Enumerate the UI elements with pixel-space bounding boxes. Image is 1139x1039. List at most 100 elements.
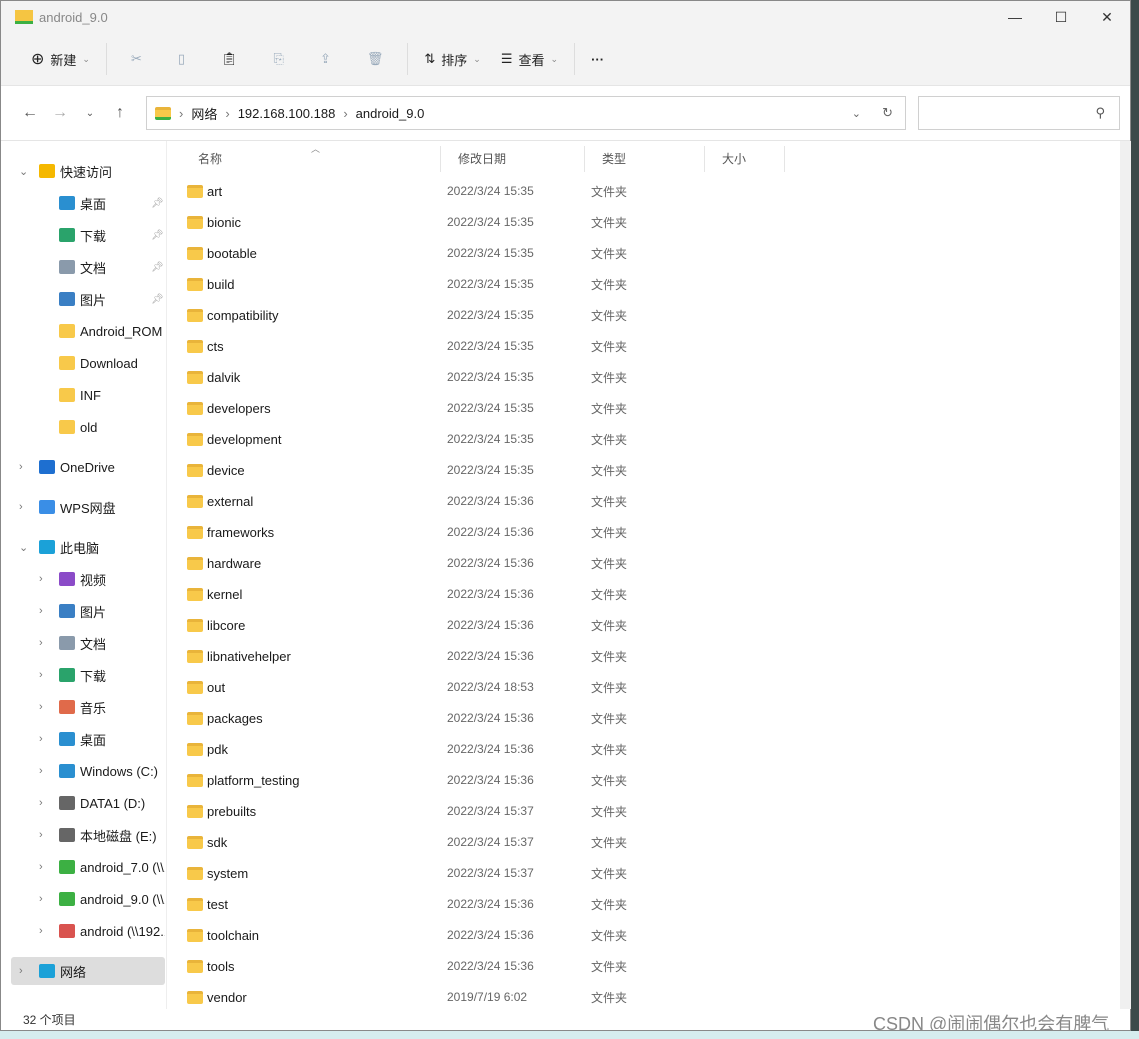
file-row[interactable]: libcore 2022/3/24 15:36 文件夹 bbox=[181, 612, 781, 638]
expand-chevron-icon[interactable]: › bbox=[39, 829, 43, 841]
breadcrumb-network[interactable]: 网络 bbox=[191, 104, 217, 123]
file-row[interactable]: system 2022/3/24 15:37 文件夹 bbox=[181, 860, 781, 886]
file-row[interactable]: prebuilts 2022/3/24 15:37 文件夹 bbox=[181, 798, 781, 824]
sidebar-item[interactable]: old bbox=[11, 413, 165, 441]
sidebar-item[interactable]: › android (\\192.168.100.188) bbox=[11, 917, 165, 945]
expand-chevron-icon[interactable]: › bbox=[39, 925, 43, 937]
file-row[interactable]: vendor 2019/7/19 6:02 文件夹 bbox=[181, 984, 781, 1010]
expand-chevron-icon[interactable]: › bbox=[39, 605, 43, 617]
sidebar-item[interactable]: 图片 📌︎ bbox=[11, 285, 165, 313]
file-row[interactable]: kernel 2022/3/24 15:36 文件夹 bbox=[181, 581, 781, 607]
sidebar-item[interactable]: Download bbox=[11, 349, 165, 377]
file-row[interactable]: out 2022/3/24 18:53 文件夹 bbox=[181, 674, 781, 700]
delete-button[interactable]: 🗑︎ bbox=[349, 41, 402, 77]
sidebar-item-icon bbox=[59, 860, 75, 874]
sidebar-item[interactable]: Android_ROM bbox=[11, 317, 165, 345]
expand-chevron-icon[interactable]: › bbox=[19, 501, 23, 513]
file-row[interactable]: toolchain 2022/3/24 15:36 文件夹 bbox=[181, 922, 781, 948]
address-dropdown-icon[interactable]: ⌄ bbox=[852, 107, 861, 120]
sidebar-item[interactable]: 桌面 📌︎ bbox=[11, 189, 165, 217]
sidebar-item[interactable]: › android_9.0 (\\192.168.100.188) bbox=[11, 885, 165, 913]
recent-locations-button[interactable]: ⌄ bbox=[75, 108, 105, 119]
file-name: bootable bbox=[207, 245, 257, 261]
file-row[interactable]: device 2022/3/24 15:35 文件夹 bbox=[181, 457, 781, 483]
expand-chevron-icon[interactable]: ⌄ bbox=[19, 541, 28, 554]
file-row[interactable]: bootable 2022/3/24 15:35 文件夹 bbox=[181, 240, 781, 266]
sidebar-item[interactable]: › Windows (C:) bbox=[11, 757, 165, 785]
sidebar-item[interactable]: ⌄ 此电脑 bbox=[11, 533, 165, 561]
column-date[interactable]: 修改日期 bbox=[441, 146, 585, 172]
address-bar[interactable]: › 网络 › 192.168.100.188 › android_9.0 ⌄ ↻ bbox=[146, 96, 906, 130]
sidebar-item[interactable]: › 网络 bbox=[11, 957, 165, 985]
file-row[interactable]: external 2022/3/24 15:36 文件夹 bbox=[181, 488, 781, 514]
expand-chevron-icon[interactable]: › bbox=[39, 701, 43, 713]
file-row[interactable]: build 2022/3/24 15:35 文件夹 bbox=[181, 271, 781, 297]
rename-button[interactable]: ⎘ bbox=[256, 41, 302, 77]
column-type[interactable]: 类型 bbox=[585, 146, 705, 172]
sidebar-item[interactable]: ⌄ 快速访问 bbox=[11, 157, 165, 185]
file-row[interactable]: art 2022/3/24 15:35 文件夹 bbox=[181, 178, 781, 204]
cut-button[interactable]: ✂ bbox=[113, 41, 160, 77]
expand-chevron-icon[interactable]: › bbox=[39, 765, 43, 777]
back-button[interactable]: ← bbox=[15, 104, 45, 122]
column-name[interactable]: 名称 ︿ bbox=[181, 144, 441, 172]
file-row[interactable]: sdk 2022/3/24 15:37 文件夹 bbox=[181, 829, 781, 855]
file-row[interactable]: developers 2022/3/24 15:35 文件夹 bbox=[181, 395, 781, 421]
expand-chevron-icon[interactable]: › bbox=[19, 461, 23, 473]
view-button[interactable]: ☰ 查看 ⌄ bbox=[491, 41, 568, 77]
sidebar-item[interactable]: › 桌面 bbox=[11, 725, 165, 753]
sidebar-item[interactable]: › WPS网盘 bbox=[11, 493, 165, 521]
expand-chevron-icon[interactable]: › bbox=[39, 669, 43, 681]
close-button[interactable]: ✕ bbox=[1084, 1, 1130, 33]
share-button[interactable]: ⇪ bbox=[302, 41, 349, 77]
expand-chevron-icon[interactable]: › bbox=[39, 861, 43, 873]
sidebar-item[interactable]: 文档 📌︎ bbox=[11, 253, 165, 281]
sidebar-item[interactable]: INF bbox=[11, 381, 165, 409]
expand-chevron-icon[interactable]: › bbox=[39, 893, 43, 905]
file-row[interactable]: packages 2022/3/24 15:36 文件夹 bbox=[181, 705, 781, 731]
file-row[interactable]: bionic 2022/3/24 15:35 文件夹 bbox=[181, 209, 781, 235]
file-row[interactable]: dalvik 2022/3/24 15:35 文件夹 bbox=[181, 364, 781, 390]
copy-button[interactable]: ▯ bbox=[160, 41, 203, 77]
breadcrumb-folder[interactable]: android_9.0 bbox=[356, 106, 425, 121]
sidebar-item[interactable]: › 视频 bbox=[11, 565, 165, 593]
file-row[interactable]: frameworks 2022/3/24 15:36 文件夹 bbox=[181, 519, 781, 545]
expand-chevron-icon[interactable]: › bbox=[19, 965, 23, 977]
file-row[interactable]: tools 2022/3/24 15:36 文件夹 bbox=[181, 953, 781, 979]
file-row[interactable]: test 2022/3/24 15:36 文件夹 bbox=[181, 891, 781, 917]
search-input[interactable]: ⚲ bbox=[918, 96, 1120, 130]
file-row[interactable]: libnativehelper 2022/3/24 15:36 文件夹 bbox=[181, 643, 781, 669]
expand-chevron-icon[interactable]: › bbox=[39, 573, 43, 585]
sidebar-item[interactable]: › 文档 bbox=[11, 629, 165, 657]
file-row[interactable]: cts 2022/3/24 15:35 文件夹 bbox=[181, 333, 781, 359]
expand-chevron-icon[interactable]: › bbox=[39, 733, 43, 745]
sidebar-item[interactable]: › 图片 bbox=[11, 597, 165, 625]
sidebar-item[interactable]: › android_7.0 (\\192.168.100.188) bbox=[11, 853, 165, 881]
more-button[interactable]: ··· bbox=[581, 41, 614, 77]
file-row[interactable]: pdk 2022/3/24 15:36 文件夹 bbox=[181, 736, 781, 762]
expand-chevron-icon[interactable]: › bbox=[39, 637, 43, 649]
sidebar-item[interactable]: 下载 📌︎ bbox=[11, 221, 165, 249]
column-size[interactable]: 大小 bbox=[705, 146, 785, 172]
up-button[interactable]: ↑ bbox=[105, 104, 135, 122]
file-row[interactable]: development 2022/3/24 15:35 文件夹 bbox=[181, 426, 781, 452]
vertical-scrollbar[interactable] bbox=[1120, 141, 1131, 1009]
refresh-icon[interactable]: ↻ bbox=[882, 105, 893, 121]
expand-chevron-icon[interactable]: › bbox=[39, 797, 43, 809]
sort-button[interactable]: ⇅ 排序 ⌄ bbox=[414, 41, 490, 77]
sidebar-item[interactable]: › DATA1 (D:) bbox=[11, 789, 165, 817]
maximize-button[interactable]: ☐ bbox=[1038, 1, 1084, 33]
expand-chevron-icon[interactable]: ⌄ bbox=[19, 165, 28, 178]
new-button[interactable]: ⊕ 新建 ⌄ bbox=[21, 41, 100, 77]
sidebar-item[interactable]: › OneDrive bbox=[11, 453, 165, 481]
file-row[interactable]: platform_testing 2022/3/24 15:36 文件夹 bbox=[181, 767, 781, 793]
sidebar-item[interactable]: › 音乐 bbox=[11, 693, 165, 721]
sidebar-item[interactable]: › 本地磁盘 (E:) bbox=[11, 821, 165, 849]
file-row[interactable]: compatibility 2022/3/24 15:35 文件夹 bbox=[181, 302, 781, 328]
forward-button[interactable]: → bbox=[45, 104, 75, 122]
minimize-button[interactable]: — bbox=[992, 1, 1038, 33]
breadcrumb-host[interactable]: 192.168.100.188 bbox=[238, 106, 336, 121]
sidebar-item[interactable]: › 下载 bbox=[11, 661, 165, 689]
file-row[interactable]: hardware 2022/3/24 15:36 文件夹 bbox=[181, 550, 781, 576]
paste-button[interactable]: 📋︎ bbox=[203, 41, 256, 77]
